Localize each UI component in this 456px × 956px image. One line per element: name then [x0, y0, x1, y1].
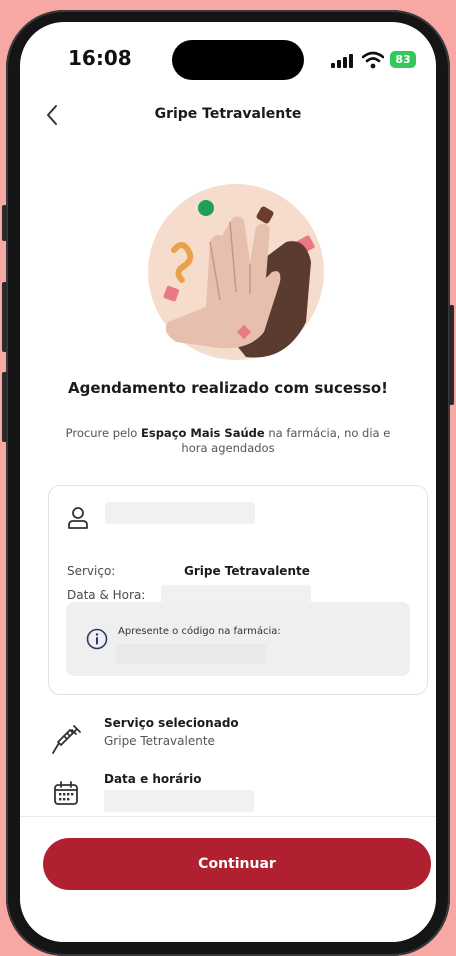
- success-title: Agendamento realizado com sucesso!: [67, 379, 389, 397]
- calendar-icon: [54, 781, 78, 805]
- service-label: Serviço:: [67, 564, 116, 578]
- phone-side-button: [2, 372, 7, 442]
- app-screen: 16:08 83 Gripe Tetravalente Agendamento: [20, 22, 436, 942]
- redacted-code: [116, 644, 266, 664]
- battery-indicator: 83: [390, 51, 416, 68]
- desc-prefix: Procure pelo: [65, 426, 141, 440]
- page-title: Gripe Tetravalente: [154, 106, 302, 122]
- redacted-name: [105, 502, 255, 524]
- code-label: Apresente o código na farmácia:: [118, 626, 281, 637]
- desc-location: Espaço Mais Saúde: [141, 426, 265, 440]
- high-five-illustration: [148, 184, 324, 360]
- dynamic-island: [172, 40, 304, 80]
- phone-side-button: [449, 305, 454, 405]
- continue-button[interactable]: Continuar: [43, 838, 431, 890]
- summary-datetime-title: Data e horário: [104, 772, 202, 786]
- status-bar: 16:08 83: [20, 22, 436, 84]
- user-icon: [68, 507, 88, 529]
- datetime-label: Data & Hora:: [67, 588, 146, 602]
- service-value: Gripe Tetravalente: [184, 564, 310, 578]
- signal-icon: [331, 54, 353, 68]
- appointment-card: Serviço: Gripe Tetravalente Data & Hora:…: [48, 485, 428, 695]
- summary-service-title: Serviço selecionado: [104, 716, 239, 730]
- redacted-summary-datetime: [104, 790, 254, 812]
- phone-side-button: [2, 282, 7, 352]
- syringe-icon: [52, 725, 81, 754]
- success-description: Procure pelo Espaço Mais Saúde na farmác…: [54, 426, 402, 456]
- phone-side-button: [2, 205, 7, 241]
- wifi-icon: [362, 51, 384, 69]
- status-time: 16:08: [68, 46, 132, 70]
- code-box: Apresente o código na farmácia:: [66, 602, 410, 676]
- summary-service-value: Gripe Tetravalente: [104, 734, 215, 748]
- info-icon: [86, 628, 108, 650]
